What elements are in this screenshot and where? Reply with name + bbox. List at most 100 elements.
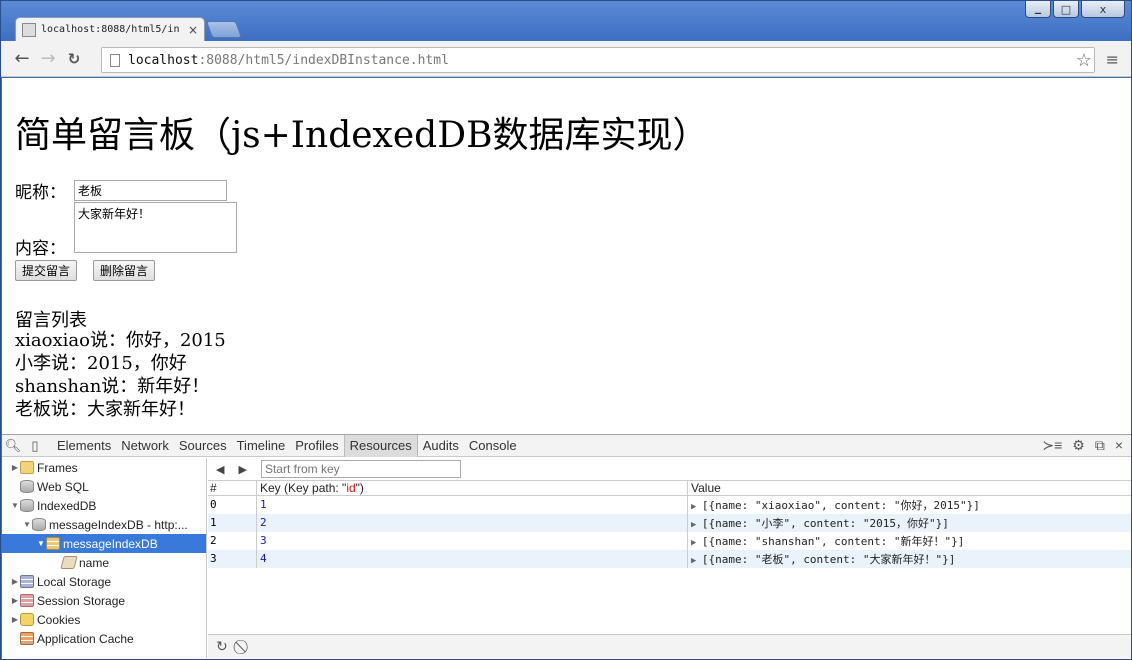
table-row[interactable]: 0 1 ▶ [{name: "xiaoxiao", content: "你好，2…: [208, 496, 1131, 514]
url-path: :8088/html5/indexDBInstance.html: [198, 52, 449, 68]
page-icon: [110, 53, 120, 67]
database-icon: [32, 518, 46, 531]
reload-button[interactable]: ↻: [61, 46, 87, 72]
expand-arrow-icon[interactable]: ▶: [10, 596, 20, 605]
device-mode-icon[interactable]: ▯: [24, 438, 46, 454]
minimize-button[interactable]: ▁: [1025, 1, 1051, 18]
key-header-suffix: "): [355, 481, 364, 495]
minimize-icon: ▁: [1034, 4, 1042, 14]
resources-sidebar: ▶ Frames Web SQL ▼ IndexedDB ▼ messageIn…: [2, 458, 207, 658]
tab-resources[interactable]: Resources: [343, 434, 418, 457]
tab-title: localhost:8088/html5/in: [41, 24, 180, 35]
devtools-right-controls: ≻≡ ⚙ ⧉ ×: [1042, 437, 1123, 454]
nickname-input[interactable]: [74, 180, 227, 201]
sidebar-item-cookies[interactable]: ▶ Cookies: [2, 610, 206, 629]
sidebar-item-label: Cookies: [37, 612, 81, 627]
key-path-name: id: [346, 481, 356, 495]
reload-icon: ↻: [67, 49, 81, 68]
settings-gear-icon[interactable]: ⚙: [1072, 437, 1085, 454]
expand-triangle-icon[interactable]: ▶: [691, 520, 702, 530]
page-content: 简单留言板（js+IndexedDB数据库实现） 昵称： 内容： 大家新年好！ …: [2, 78, 1131, 434]
column-header-num[interactable]: #: [208, 481, 257, 495]
sidebar-item-indexeddb[interactable]: ▼ IndexedDB: [2, 496, 206, 515]
expand-triangle-icon[interactable]: ▶: [691, 502, 702, 512]
table-row[interactable]: 1 2 ▶ [{name: "小李", content: "2015，你好"}]: [208, 514, 1131, 532]
tab-audits[interactable]: Audits: [418, 438, 464, 453]
expand-arrow-icon[interactable]: ▶: [10, 577, 20, 586]
sidebar-item-label: Local Storage: [37, 574, 112, 589]
inspect-search-icon[interactable]: 🔍︎: [2, 438, 24, 454]
content-label: 内容：: [15, 239, 66, 259]
data-view-nav: ◀ ▶: [208, 458, 1131, 480]
data-grid-header: # Key (Key path: "id") Value: [208, 480, 1131, 496]
sidebar-item-session-storage[interactable]: ▶ Session Storage: [2, 591, 206, 610]
tab-profiles[interactable]: Profiles: [290, 438, 343, 453]
row-number: 3: [208, 550, 257, 568]
sidebar-item-frames[interactable]: ▶ Frames: [2, 458, 206, 477]
start-from-key-input[interactable]: [260, 460, 461, 478]
bookmark-star-icon[interactable]: ☆: [1076, 50, 1092, 71]
row-value-text: [{name: "老板", content: "大家新年好！"}]: [701, 553, 956, 566]
row-key: 3: [257, 532, 688, 550]
tab-timeline[interactable]: Timeline: [232, 438, 291, 453]
column-header-value[interactable]: Value: [688, 481, 1131, 495]
forward-button[interactable]: →: [35, 46, 61, 72]
row-key: 2: [257, 514, 688, 532]
collapse-arrow-icon[interactable]: ▼: [36, 539, 46, 548]
local-storage-icon: [20, 575, 34, 588]
tab-close-icon[interactable]: ×: [188, 23, 198, 37]
window-controls: ▁ □ x: [1025, 1, 1125, 18]
close-window-button[interactable]: x: [1081, 1, 1125, 18]
address-bar[interactable]: localhost:8088/html5/indexDBInstance.htm…: [101, 47, 1095, 73]
tab-sources[interactable]: Sources: [174, 438, 232, 453]
refresh-icon[interactable]: ↻: [216, 638, 228, 655]
folder-icon: [20, 461, 34, 474]
indexeddb-data-view: ◀ ▶ # Key (Key path: "id") Value 0 1 ▶ […: [208, 458, 1131, 658]
close-icon: x: [1099, 2, 1107, 16]
table-row[interactable]: 3 4 ▶ [{name: "老板", content: "大家新年好！"}]: [208, 550, 1131, 568]
table-row[interactable]: 2 3 ▶ [{name: "shanshan", content: "新年好！…: [208, 532, 1131, 550]
delete-message-button[interactable]: 删除留言: [93, 260, 156, 281]
sidebar-item-index[interactable]: name: [2, 553, 206, 572]
expand-triangle-icon[interactable]: ▶: [691, 556, 702, 566]
sidebar-item-websql[interactable]: Web SQL: [2, 477, 206, 496]
sidebar-item-local-storage[interactable]: ▶ Local Storage: [2, 572, 206, 591]
expand-arrow-icon[interactable]: ▶: [10, 463, 20, 472]
console-drawer-icon[interactable]: ≻≡: [1042, 437, 1062, 454]
row-value[interactable]: ▶ [{name: "老板", content: "大家新年好！"}]: [688, 551, 1131, 567]
dock-side-icon[interactable]: ⧉: [1095, 437, 1105, 454]
column-header-key[interactable]: Key (Key path: "id"): [257, 481, 688, 495]
message-item: 小李说：2015，你好: [15, 353, 187, 374]
tab-elements[interactable]: Elements: [52, 438, 116, 453]
sidebar-item-application-cache[interactable]: Application Cache: [2, 629, 206, 648]
previous-page-icon[interactable]: ◀: [216, 463, 224, 476]
tab-network[interactable]: Network: [116, 438, 174, 453]
expand-triangle-icon[interactable]: ▶: [691, 538, 702, 548]
session-storage-icon: [20, 594, 34, 607]
close-devtools-icon[interactable]: ×: [1115, 437, 1123, 454]
row-value[interactable]: ▶ [{name: "小李", content: "2015，你好"}]: [688, 515, 1131, 531]
row-value[interactable]: ▶ [{name: "shanshan", content: "新年好！"}]: [688, 533, 1131, 549]
object-store-icon: [46, 537, 60, 550]
collapse-arrow-icon[interactable]: ▼: [10, 501, 20, 510]
browser-tab[interactable]: localhost:8088/html5/in ×: [15, 17, 205, 41]
row-number: 1: [208, 514, 257, 532]
collapse-arrow-icon[interactable]: ▼: [22, 520, 32, 529]
next-page-icon[interactable]: ▶: [238, 463, 246, 476]
sidebar-item-object-store[interactable]: ▼ messageIndexDB: [2, 534, 206, 553]
content-textarea[interactable]: 大家新年好！: [74, 202, 237, 253]
row-value[interactable]: ▶ [{name: "xiaoxiao", content: "你好，2015"…: [688, 497, 1131, 513]
tab-console[interactable]: Console: [464, 438, 522, 453]
new-tab-button[interactable]: [205, 21, 243, 38]
submit-message-button[interactable]: 提交留言: [15, 260, 78, 281]
back-button[interactable]: ←: [9, 46, 35, 72]
database-icon: [20, 499, 34, 512]
sidebar-item-label: Application Cache: [37, 631, 134, 646]
sidebar-item-database[interactable]: ▼ messageIndexDB - http:...: [2, 515, 206, 534]
sidebar-item-label: messageIndexDB: [63, 536, 158, 551]
row-number: 2: [208, 532, 257, 550]
chrome-menu-icon[interactable]: ≡: [1106, 50, 1119, 69]
maximize-icon: □: [1060, 2, 1072, 16]
maximize-button[interactable]: □: [1053, 1, 1079, 18]
expand-arrow-icon[interactable]: ▶: [10, 615, 20, 624]
